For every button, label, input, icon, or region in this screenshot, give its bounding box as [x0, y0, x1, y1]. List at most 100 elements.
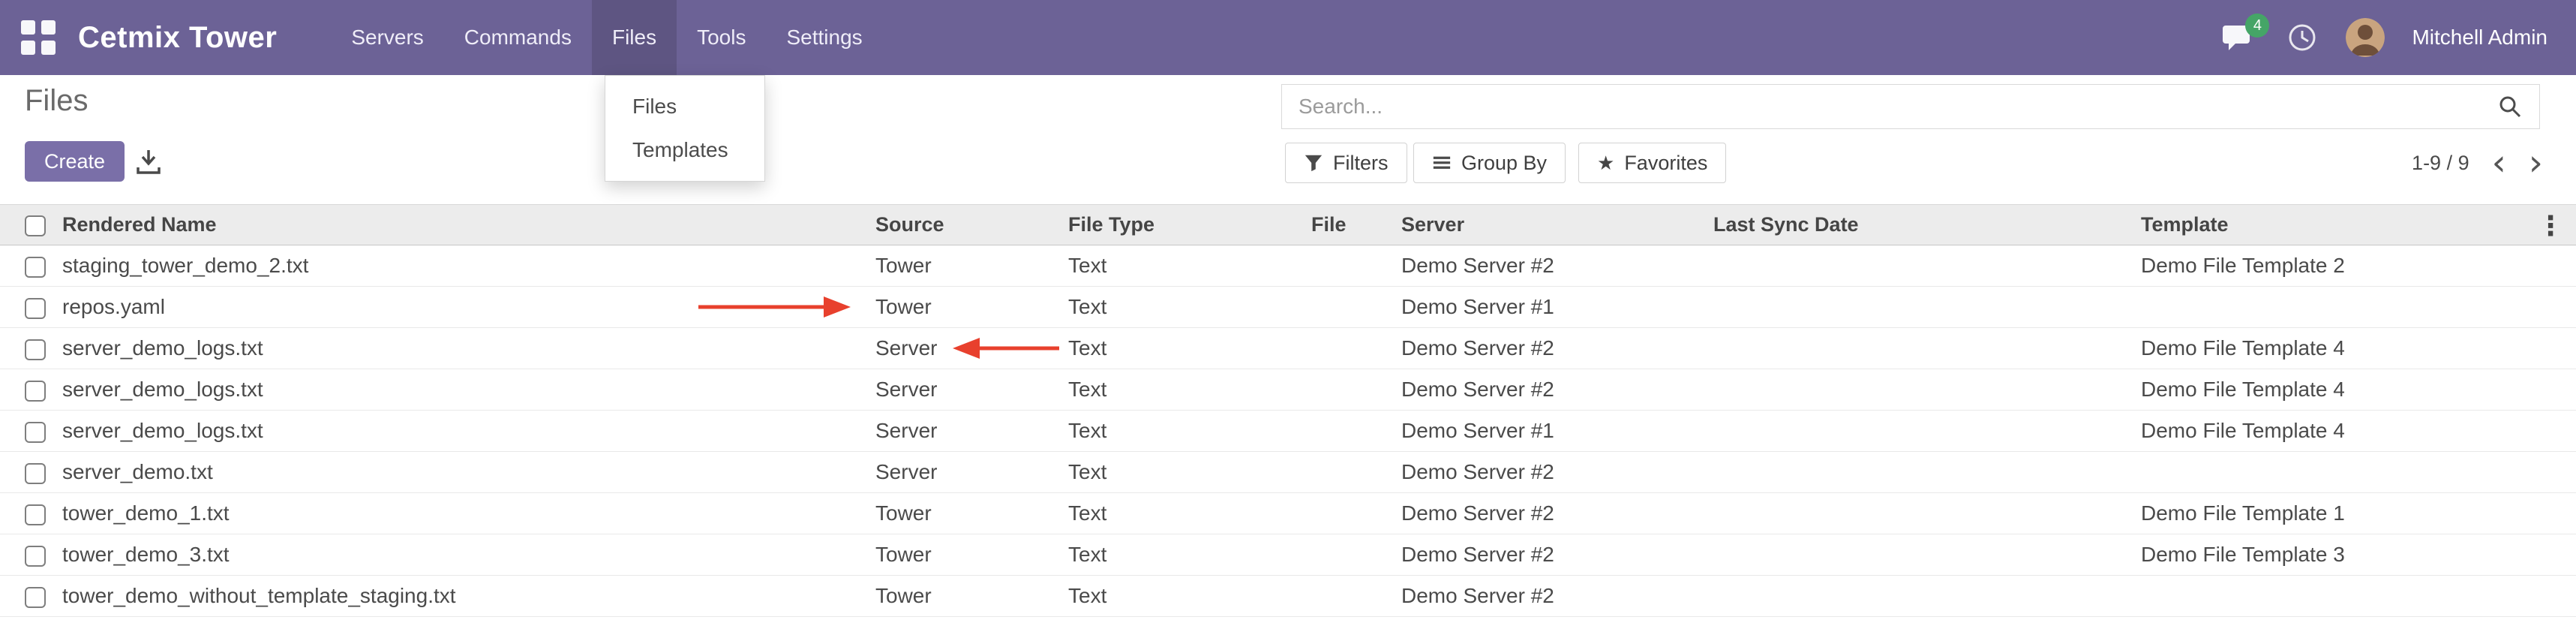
- cell-last-sync-date[interactable]: [1713, 576, 2141, 617]
- row-checkbox[interactable]: [25, 339, 46, 360]
- table-row[interactable]: server_demo.txtServerText Demo Server #2: [0, 452, 2576, 493]
- pager-previous-icon[interactable]: ‹: [2492, 146, 2506, 179]
- cell-template[interactable]: Demo File Template 4: [2141, 369, 2576, 411]
- cell-file-type[interactable]: Text: [1068, 328, 1311, 369]
- cell-file-type[interactable]: Text: [1068, 287, 1311, 328]
- table-row[interactable]: server_demo_logs.txtServerText Demo Serve…: [0, 411, 2576, 452]
- table-row[interactable]: server_demo_logs.txtServerTextDemo Serve…: [0, 369, 2576, 411]
- pager-next-icon[interactable]: ›: [2529, 146, 2543, 179]
- column-header-file-type[interactable]: File Type: [1068, 205, 1311, 245]
- search-input[interactable]: [1282, 95, 2497, 119]
- cell-rendered-name[interactable]: tower_demo_1.txt: [62, 493, 875, 534]
- optional-columns-icon[interactable]: ⋮: [2537, 211, 2564, 242]
- row-checkbox[interactable]: [25, 298, 46, 319]
- cell-file[interactable]: [1311, 411, 1401, 452]
- column-header-template[interactable]: Template: [2141, 205, 2576, 245]
- search-icon[interactable]: [2497, 94, 2523, 119]
- apps-grid-icon[interactable]: [21, 20, 56, 55]
- table-row[interactable]: tower_demo_3.txtTowerText Demo Server #2 D…: [0, 534, 2576, 576]
- cell-rendered-name[interactable]: server_demo.txt: [62, 452, 875, 493]
- cell-server[interactable]: Demo Server #1: [1401, 411, 1713, 452]
- cell-file[interactable]: [1311, 328, 1401, 369]
- table-row[interactable]: tower_demo_without_template_staging.txt T…: [0, 576, 2576, 617]
- cell-template[interactable]: Demo File Template 4: [2141, 411, 2576, 452]
- cell-last-sync-date[interactable]: [1713, 287, 2141, 328]
- create-button[interactable]: Create: [25, 141, 125, 182]
- cell-last-sync-date[interactable]: [1713, 328, 2141, 369]
- column-header-last-sync-date[interactable]: Last Sync Date: [1713, 205, 2141, 245]
- table-row[interactable]: staging_tower_demo_2.txtTowerText Demo Se…: [0, 245, 2576, 287]
- cell-rendered-name[interactable]: staging_tower_demo_2.txt: [62, 245, 875, 287]
- cell-rendered-name[interactable]: server_demo_logs.txt: [62, 328, 875, 369]
- menu-tools[interactable]: Tools: [677, 0, 766, 75]
- cell-server[interactable]: Demo Server #2: [1401, 328, 1713, 369]
- cell-server[interactable]: Demo Server #2: [1401, 576, 1713, 617]
- cell-template[interactable]: Demo File Template 2: [2141, 245, 2576, 287]
- row-checkbox[interactable]: [25, 381, 46, 402]
- cell-file[interactable]: [1311, 493, 1401, 534]
- cell-file-type[interactable]: Text: [1068, 245, 1311, 287]
- table-row[interactable]: tower_demo_1.txtTowerText Demo Server #2 D…: [0, 493, 2576, 534]
- row-checkbox[interactable]: [25, 587, 46, 608]
- cell-file-type[interactable]: Text: [1068, 452, 1311, 493]
- menu-commands[interactable]: Commands: [444, 0, 592, 75]
- table-row[interactable]: server_demo_logs.txtServerText Demo Serve…: [0, 328, 2576, 369]
- cell-file[interactable]: [1311, 369, 1401, 411]
- cell-file[interactable]: [1311, 534, 1401, 576]
- cell-source[interactable]: Tower: [875, 245, 1068, 287]
- favorites-button[interactable]: ★ Favorites: [1578, 143, 1726, 183]
- cell-server[interactable]: Demo Server #2: [1401, 245, 1713, 287]
- cell-server[interactable]: Demo Server #2: [1401, 493, 1713, 534]
- cell-file[interactable]: [1311, 245, 1401, 287]
- filters-button[interactable]: Filters: [1285, 143, 1407, 183]
- cell-server[interactable]: Demo Server #2: [1401, 534, 1713, 576]
- cell-template[interactable]: [2141, 452, 2576, 493]
- cell-rendered-name[interactable]: tower_demo_without_template_staging.txt: [62, 576, 875, 617]
- row-checkbox[interactable]: [25, 463, 46, 484]
- cell-rendered-name[interactable]: repos.yaml: [62, 287, 875, 328]
- cell-last-sync-date[interactable]: [1713, 493, 2141, 534]
- cell-file-type[interactable]: Text: [1068, 411, 1311, 452]
- cell-rendered-name[interactable]: server_demo_logs.txt: [62, 369, 875, 411]
- cell-server[interactable]: Demo Server #2: [1401, 369, 1713, 411]
- cell-source[interactable]: Server: [875, 328, 1068, 369]
- group-by-button[interactable]: Group By: [1413, 143, 1566, 183]
- cell-last-sync-date[interactable]: [1713, 369, 2141, 411]
- cell-file-type[interactable]: Text: [1068, 534, 1311, 576]
- menu-servers[interactable]: Servers: [331, 0, 443, 75]
- export-button[interactable]: [132, 146, 165, 179]
- cell-server[interactable]: Demo Server #2: [1401, 452, 1713, 493]
- cell-last-sync-date[interactable]: [1713, 534, 2141, 576]
- row-checkbox[interactable]: [25, 504, 46, 525]
- cell-file[interactable]: [1311, 576, 1401, 617]
- cell-file[interactable]: [1311, 452, 1401, 493]
- row-checkbox[interactable]: [25, 257, 46, 278]
- row-checkbox[interactable]: [25, 546, 46, 567]
- cell-last-sync-date[interactable]: [1713, 411, 2141, 452]
- cell-server[interactable]: Demo Server #1: [1401, 287, 1713, 328]
- dropdown-item-files[interactable]: Files: [605, 85, 764, 128]
- menu-files[interactable]: Files: [592, 0, 677, 75]
- user-name[interactable]: Mitchell Admin: [2412, 26, 2547, 50]
- dropdown-item-templates[interactable]: Templates: [605, 128, 764, 172]
- activities-button[interactable]: [2286, 21, 2319, 54]
- user-avatar[interactable]: [2346, 18, 2385, 57]
- cell-file[interactable]: [1311, 287, 1401, 328]
- cell-template[interactable]: Demo File Template 4: [2141, 328, 2576, 369]
- cell-last-sync-date[interactable]: [1713, 245, 2141, 287]
- cell-file-type[interactable]: Text: [1068, 493, 1311, 534]
- cell-file-type[interactable]: Text: [1068, 369, 1311, 411]
- cell-file-type[interactable]: Text: [1068, 576, 1311, 617]
- cell-source[interactable]: Server: [875, 411, 1068, 452]
- cell-last-sync-date[interactable]: [1713, 452, 2141, 493]
- cell-source[interactable]: Server: [875, 452, 1068, 493]
- column-header-source[interactable]: Source: [875, 205, 1068, 245]
- cell-template[interactable]: Demo File Template 3: [2141, 534, 2576, 576]
- cell-rendered-name[interactable]: server_demo_logs.txt: [62, 411, 875, 452]
- cell-source[interactable]: Tower: [875, 493, 1068, 534]
- select-all-checkbox[interactable]: [25, 215, 46, 236]
- cell-source[interactable]: Tower: [875, 287, 1068, 328]
- cell-rendered-name[interactable]: tower_demo_3.txt: [62, 534, 875, 576]
- cell-template[interactable]: Demo File Template 1: [2141, 493, 2576, 534]
- cell-source[interactable]: Tower: [875, 534, 1068, 576]
